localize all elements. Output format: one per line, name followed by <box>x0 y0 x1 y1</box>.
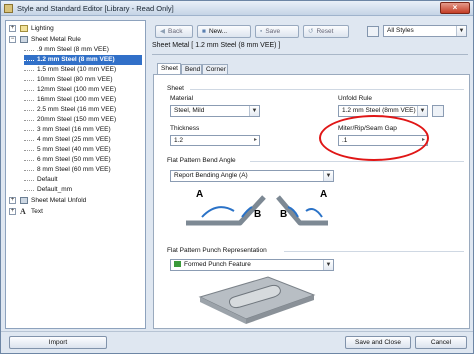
punch-representation-dropdown[interactable]: Formed Punch Feature ▼ <box>170 259 334 271</box>
style-editor-window: Style and Standard Editor [Library - Rea… <box>0 0 474 354</box>
bend-group-divider <box>250 161 464 162</box>
tree-item-rule[interactable]: 4 mm Steel (25 mm VEE) <box>24 135 142 145</box>
unfold-icon <box>20 197 28 204</box>
reset-icon: ↺ <box>308 28 314 35</box>
unfold-rule-label: Unfold Rule <box>338 95 372 102</box>
close-button[interactable]: × <box>440 2 470 14</box>
reset-button[interactable]: ↺ Reset <box>303 25 349 38</box>
tree-item-rule[interactable]: 20mm Steel (150 mm VEE) <box>24 115 142 125</box>
tree-item-lighting[interactable]: + Lighting <box>8 24 145 34</box>
chevron-down-icon: ▼ <box>417 106 427 116</box>
expand-icon[interactable]: + <box>9 208 16 215</box>
chevron-down-icon: ▼ <box>323 171 333 181</box>
sheet-group-label: Sheet <box>167 85 184 92</box>
tree-connector <box>24 50 34 51</box>
save-button[interactable]: ▪ Save <box>255 25 299 38</box>
sheet-metal-icon <box>20 36 28 43</box>
bend-angle-diagram: A B B A <box>186 189 328 226</box>
bent-sheet-left <box>186 195 266 226</box>
highlight-circle <box>319 115 429 161</box>
angle-a-arc-right <box>305 208 323 218</box>
tree-item-sheet-metal-unfold[interactable]: + Sheet Metal Unfold <box>8 196 145 206</box>
sheet-tab-panel: Sheet Material Steel, Mild ▼ Thickness 1… <box>153 74 470 329</box>
tree-item-rule[interactable]: 8 mm Steel (60 mm VEE) <box>24 165 142 175</box>
tree-connector <box>24 70 34 71</box>
tree-item-rule[interactable]: 2.5 mm Steel (16 mm VEE) <box>24 105 142 115</box>
edit-rule-icon[interactable] <box>432 105 444 117</box>
bend-angle-dropdown[interactable]: Report Bending Angle (A) ▼ <box>170 170 334 182</box>
filter-icon[interactable] <box>367 26 379 37</box>
tree-connector <box>24 60 34 61</box>
angle-a-label-left: A <box>196 189 203 200</box>
punch-feature-icon <box>174 261 181 268</box>
header-divider <box>152 54 468 55</box>
import-button[interactable]: Import <box>9 336 107 349</box>
punch-representation-label: Flat Pattern Punch Representation <box>167 247 267 254</box>
tree-item-rule[interactable]: .9 mm Steel (8 mm VEE) <box>24 45 142 55</box>
thickness-field[interactable]: 1.2 ▸ <box>170 135 260 146</box>
tree-connector <box>24 170 34 171</box>
tree-connector <box>24 130 34 131</box>
new-button[interactable]: ■ New... <box>197 25 251 38</box>
new-document-icon: ■ <box>202 28 206 35</box>
material-label: Material <box>170 95 194 102</box>
save-and-close-button[interactable]: Save and Close <box>345 336 411 349</box>
tree-connector <box>24 160 34 161</box>
tree-item-rule[interactable]: Default_mm <box>24 185 142 195</box>
tree-item-rule[interactable]: 10mm Steel (80 mm VEE) <box>24 75 142 85</box>
tree-item-rule[interactable]: 6 mm Steel (50 mm VEE) <box>24 155 142 165</box>
angle-b-label-right: B <box>280 209 287 220</box>
window-title: Style and Standard Editor [Library - Rea… <box>17 4 174 13</box>
angle-b-label-left: B <box>254 209 261 220</box>
tree-connector <box>24 190 34 191</box>
tree-item-sheet-metal-rule[interactable]: − Sheet Metal Rule <box>8 35 145 45</box>
dropdown-arrow-icon: ▸ <box>253 137 257 143</box>
tree-connector <box>24 120 34 121</box>
angle-a-label-right: A <box>320 189 327 200</box>
tree-item-rule[interactable]: Default <box>24 175 142 185</box>
save-icon: ▪ <box>260 28 263 35</box>
title-bar: Style and Standard Editor [Library - Rea… <box>1 1 473 16</box>
light-bulb-icon <box>20 25 28 32</box>
tree-connector <box>24 100 34 101</box>
punch-group-divider <box>284 251 464 252</box>
tree-item-rule[interactable]: 3 mm Steel (16 mm VEE) <box>24 125 142 135</box>
style-filter-dropdown[interactable]: All Styles ▼ <box>383 25 467 37</box>
tree-connector <box>24 110 34 111</box>
tree-connector <box>24 140 34 141</box>
sheet-group-divider <box>190 89 464 90</box>
angle-a-arc-left <box>201 206 235 218</box>
tree-item-rule-selected[interactable]: 1.2 mm Steel (8 mm VEE) <box>24 55 142 65</box>
flat-pattern-bend-label: Flat Pattern Bend Angle <box>167 157 236 164</box>
tree-item-rule[interactable]: 1.5 mm Steel (10 mm VEE) <box>24 65 142 75</box>
back-button[interactable]: ◀ Back <box>155 25 193 38</box>
text-style-icon: A <box>20 207 26 216</box>
style-tree[interactable]: + Lighting − Sheet Metal Rule .9 mm Stee… <box>5 20 146 329</box>
tree-item-rule[interactable]: 12mm Steel (100 mm VEE) <box>24 85 142 95</box>
breadcrumb: Sheet Metal [ 1.2 mm Steel (8 mm VEE) ] <box>152 42 281 49</box>
back-arrow-icon: ◀ <box>160 28 165 35</box>
dialog-footer: Import Save and Close Cancel <box>1 331 473 353</box>
formed-punch-preview <box>198 276 316 324</box>
chevron-down-icon: ▼ <box>249 106 259 116</box>
chevron-down-icon: ▼ <box>323 260 333 270</box>
tree-connector <box>24 80 34 81</box>
tree-connector <box>24 90 34 91</box>
expand-icon[interactable]: + <box>9 197 16 204</box>
tree-connector <box>24 180 34 181</box>
tree-item-text[interactable]: + A Text <box>8 207 145 217</box>
thickness-label: Thickness <box>170 125 200 132</box>
chevron-down-icon: ▼ <box>456 26 466 36</box>
tree-item-rule[interactable]: 5 mm Steel (40 mm VEE) <box>24 145 142 155</box>
expand-icon[interactable]: + <box>9 25 16 32</box>
material-dropdown[interactable]: Steel, Mild ▼ <box>170 105 260 117</box>
app-icon <box>4 4 13 13</box>
cancel-button[interactable]: Cancel <box>415 336 467 349</box>
tree-connector <box>24 150 34 151</box>
tree-item-rule[interactable]: 16mm Steel (100 mm VEE) <box>24 95 142 105</box>
collapse-icon[interactable]: − <box>9 36 16 43</box>
